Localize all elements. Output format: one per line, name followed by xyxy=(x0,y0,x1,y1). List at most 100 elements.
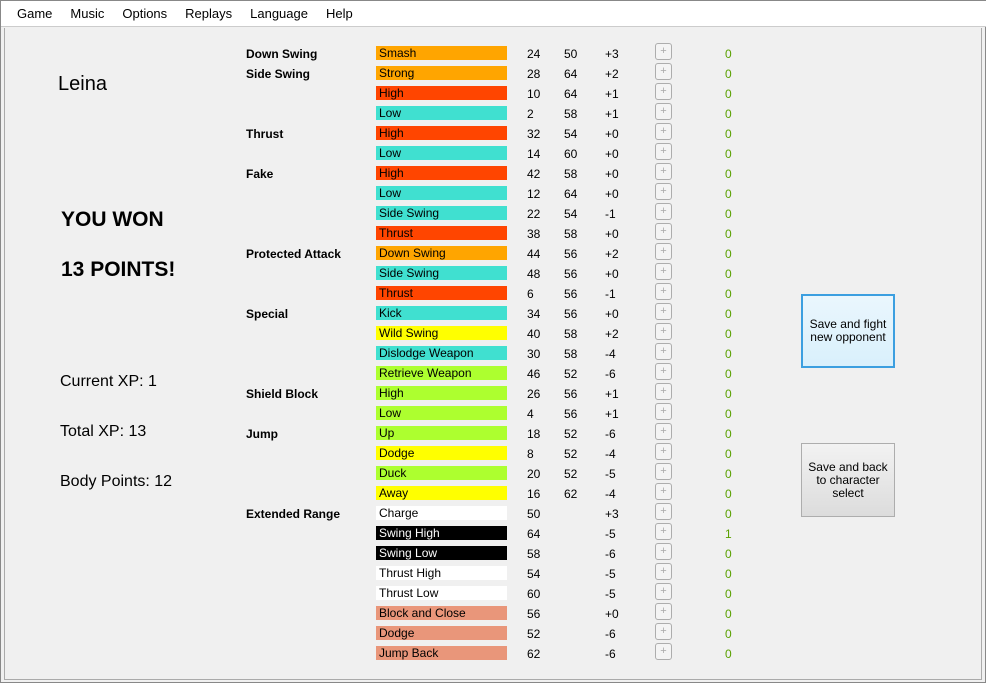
plus-button[interactable]: + xyxy=(655,263,672,280)
plus-button[interactable]: + xyxy=(655,203,672,220)
plus-button[interactable]: + xyxy=(655,63,672,80)
plus-button[interactable]: + xyxy=(655,383,672,400)
plus-button[interactable]: + xyxy=(655,543,672,560)
move-value-b: 56 xyxy=(564,267,578,281)
plus-button[interactable]: + xyxy=(655,283,672,300)
move-value-a: 52 xyxy=(527,627,541,641)
move-count: 0 xyxy=(725,407,732,421)
move-row: Away 16 62 -4 + 0 xyxy=(1,483,761,502)
move-row: Extended Range Charge 50 +3 + 0 xyxy=(1,503,761,522)
save-and-fight-button[interactable]: Save and fight new opponent xyxy=(801,294,895,368)
plus-button[interactable]: + xyxy=(655,583,672,600)
plus-button[interactable]: + xyxy=(655,43,672,60)
move-label: Low xyxy=(376,146,507,160)
plus-button[interactable]: + xyxy=(655,483,672,500)
move-value-a: 62 xyxy=(527,647,541,661)
plus-button[interactable]: + xyxy=(655,403,672,420)
menu-game[interactable]: Game xyxy=(8,6,61,21)
menu-options[interactable]: Options xyxy=(113,6,176,21)
plus-button[interactable]: + xyxy=(655,163,672,180)
plus-button[interactable]: + xyxy=(655,603,672,620)
move-count: 0 xyxy=(725,387,732,401)
move-count: 0 xyxy=(725,567,732,581)
move-row: Thrust High 32 54 +0 + 0 xyxy=(1,123,761,142)
move-count: 0 xyxy=(725,447,732,461)
menu-help[interactable]: Help xyxy=(317,6,362,21)
plus-button[interactable]: + xyxy=(655,123,672,140)
move-count: 0 xyxy=(725,367,732,381)
plus-button[interactable]: + xyxy=(655,423,672,440)
move-modifier: -6 xyxy=(605,427,616,441)
move-row: Low 14 60 +0 + 0 xyxy=(1,143,761,162)
move-label: Smash xyxy=(376,46,507,60)
plus-button[interactable]: + xyxy=(655,243,672,260)
move-label: Thrust xyxy=(376,226,507,240)
move-row: Thrust Low 60 -5 + 0 xyxy=(1,583,761,602)
save-and-back-button[interactable]: Save and back to character select xyxy=(801,443,895,517)
move-label: Swing High xyxy=(376,526,507,540)
plus-button[interactable]: + xyxy=(655,463,672,480)
plus-button[interactable]: + xyxy=(655,523,672,540)
move-value-b: 56 xyxy=(564,387,578,401)
plus-button[interactable]: + xyxy=(655,503,672,520)
move-label: Dodge xyxy=(376,446,507,460)
move-count: 0 xyxy=(725,607,732,621)
plus-button[interactable]: + xyxy=(655,443,672,460)
plus-button[interactable]: + xyxy=(655,303,672,320)
move-row: Low 2 58 +1 + 0 xyxy=(1,103,761,122)
move-count: 0 xyxy=(725,207,732,221)
move-value-a: 46 xyxy=(527,367,541,381)
move-row: Dislodge Weapon 30 58 -4 + 0 xyxy=(1,343,761,362)
move-category: Side Swing xyxy=(246,67,311,81)
move-label: Low xyxy=(376,406,507,420)
move-row: Swing High 64 -5 + 1 xyxy=(1,523,761,542)
move-label: Side Swing xyxy=(376,266,507,280)
move-label: Retrieve Weapon xyxy=(376,366,507,380)
move-label: High xyxy=(376,166,507,180)
move-value-b: 64 xyxy=(564,67,578,81)
move-value-b: 52 xyxy=(564,467,578,481)
move-label: High xyxy=(376,386,507,400)
move-label: Thrust xyxy=(376,286,507,300)
plus-button[interactable]: + xyxy=(655,643,672,660)
menu-language[interactable]: Language xyxy=(241,6,317,21)
plus-button[interactable]: + xyxy=(655,223,672,240)
move-row: Thrust 6 56 -1 + 0 xyxy=(1,283,761,302)
menu-music[interactable]: Music xyxy=(61,6,113,21)
move-modifier: +3 xyxy=(605,507,619,521)
move-count: 0 xyxy=(725,87,732,101)
move-row: Jump Up 18 52 -6 + 0 xyxy=(1,423,761,442)
plus-button[interactable]: + xyxy=(655,183,672,200)
move-row: Fake High 42 58 +0 + 0 xyxy=(1,163,761,182)
move-modifier: -4 xyxy=(605,447,616,461)
move-category: Protected Attack xyxy=(246,247,341,261)
move-label: Charge xyxy=(376,506,507,520)
plus-button[interactable]: + xyxy=(655,563,672,580)
move-modifier: -5 xyxy=(605,467,616,481)
move-label: Thrust Low xyxy=(376,586,507,600)
move-label: Swing Low xyxy=(376,546,507,560)
move-row: Low 4 56 +1 + 0 xyxy=(1,403,761,422)
move-value-b: 62 xyxy=(564,487,578,501)
menu-replays[interactable]: Replays xyxy=(176,6,241,21)
move-row: Wild Swing 40 58 +2 + 0 xyxy=(1,323,761,342)
move-value-a: 6 xyxy=(527,287,534,301)
move-count: 0 xyxy=(725,147,732,161)
move-category: Special xyxy=(246,307,289,321)
move-value-a: 10 xyxy=(527,87,541,101)
move-value-a: 12 xyxy=(527,187,541,201)
move-count: 0 xyxy=(725,487,732,501)
move-row: Jump Back 62 -6 + 0 xyxy=(1,643,761,662)
plus-button[interactable]: + xyxy=(655,323,672,340)
plus-button[interactable]: + xyxy=(655,83,672,100)
move-count: 0 xyxy=(725,287,732,301)
plus-button[interactable]: + xyxy=(655,103,672,120)
plus-button[interactable]: + xyxy=(655,363,672,380)
move-value-a: 48 xyxy=(527,267,541,281)
move-value-a: 2 xyxy=(527,107,534,121)
move-modifier: +0 xyxy=(605,187,619,201)
plus-button[interactable]: + xyxy=(655,143,672,160)
plus-button[interactable]: + xyxy=(655,343,672,360)
move-count: 0 xyxy=(725,187,732,201)
plus-button[interactable]: + xyxy=(655,623,672,640)
